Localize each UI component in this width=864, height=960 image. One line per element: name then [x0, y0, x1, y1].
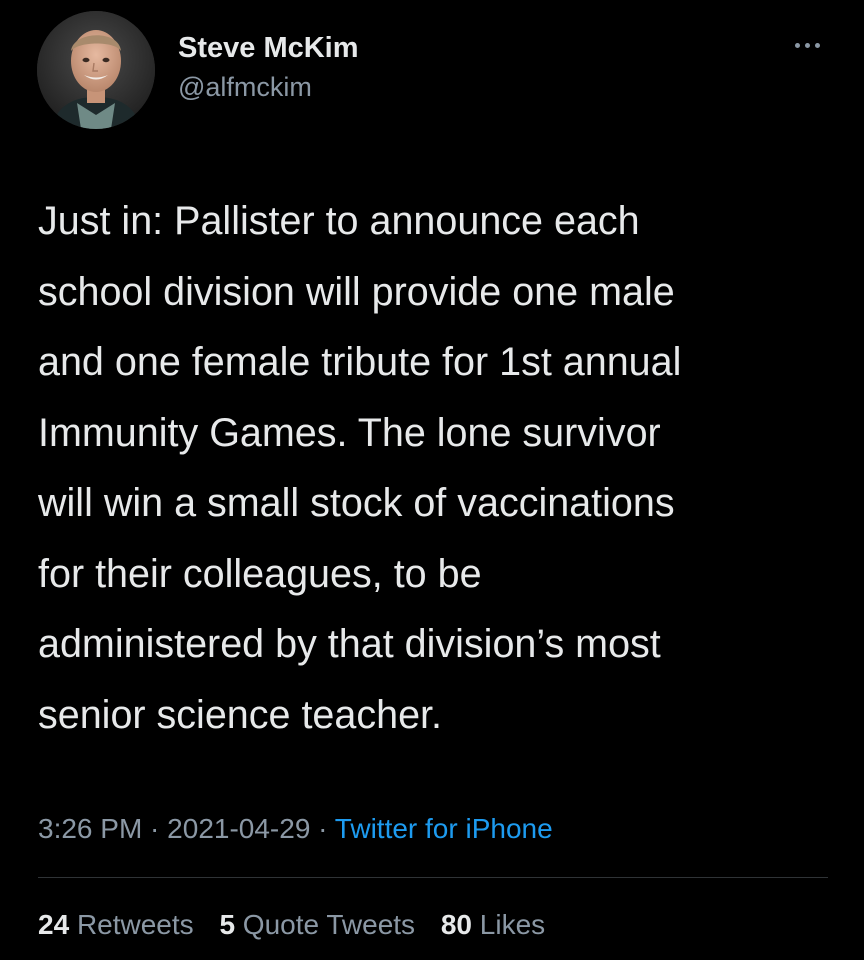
tweet-text-line: administered by that division’s most [38, 622, 661, 666]
more-icon-dot [794, 42, 800, 48]
tweet-text-line: senior science teacher. [38, 692, 443, 737]
tweet-text-line: Just in: Pallister to announce each [38, 199, 640, 243]
tweet-stats: 24 Retweets 5 Quote Tweets 80 Likes [38, 905, 563, 945]
more-horizontal-icon [794, 42, 820, 48]
tweet-text: Just in: Pallister to announce each scho… [38, 186, 838, 750]
quote-tweets-stat[interactable]: 5 Quote Tweets [219, 905, 415, 945]
tweet-text-line: school division will provide one male [38, 269, 675, 314]
tweet-time[interactable]: 3:26 PM [38, 813, 142, 844]
retweets-stat[interactable]: 24 Retweets [38, 905, 194, 945]
retweets-label: Retweets [76, 909, 194, 940]
avatar[interactable] [37, 11, 155, 129]
tweet: Steve McKim @alfmckim Just in: Pallister… [0, 0, 864, 960]
meta-separator: · [310, 813, 335, 844]
quote-tweets-label: Quote Tweets [242, 909, 416, 940]
meta-separator: · [142, 813, 168, 844]
more-options-button[interactable] [782, 30, 832, 60]
tweet-text-line: will win a small stock of vaccinations [38, 481, 675, 525]
divider [38, 877, 828, 878]
more-icon-dot [814, 42, 820, 48]
author-block: Steve McKim @alfmckim [178, 30, 359, 104]
tweet-text-line: for their colleagues, to be [38, 551, 482, 596]
quote-tweets-count: 5 [219, 909, 236, 940]
likes-count: 80 [440, 909, 472, 940]
more-icon-dot [804, 42, 810, 48]
avatar-photo [37, 11, 155, 129]
tweet-text-line: and one female tribute for 1st annual [38, 340, 682, 384]
tweet-date[interactable]: 2021-04-29 [167, 813, 310, 844]
tweet-source-link[interactable]: Twitter for iPhone [335, 813, 553, 844]
likes-label: Likes [479, 909, 546, 940]
tweet-meta: 3:26 PM · 2021-04-29 · Twitter for iPhon… [38, 809, 553, 849]
likes-stat[interactable]: 80 Likes [441, 905, 545, 945]
display-name[interactable]: Steve McKim [178, 30, 359, 66]
tweet-text-line: Immunity Games. The lone survivor [38, 410, 661, 455]
user-handle[interactable]: @alfmckim [178, 70, 359, 104]
retweets-count: 24 [38, 909, 70, 940]
